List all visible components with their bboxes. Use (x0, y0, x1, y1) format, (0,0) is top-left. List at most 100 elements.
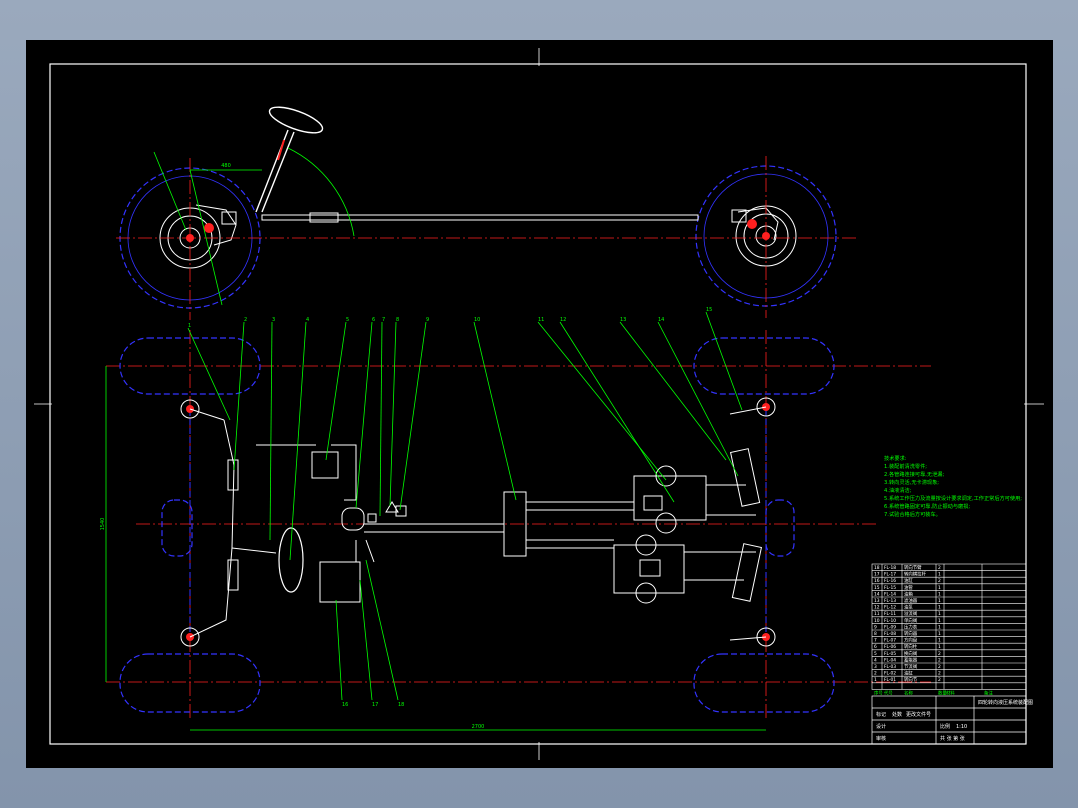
title-block-text: 四轮转向液压系统装配图 标记 处数 更改文件号 设计 审核 比例 1:10 共 … (876, 699, 1033, 742)
svg-text:更改文件号: 更改文件号 (906, 711, 931, 718)
bom-row-name: 溢流阀 (904, 610, 917, 617)
bom-row-no: 14 (874, 591, 880, 597)
bom-row-code: FL-01 (884, 677, 896, 683)
bom-row-qty: 1 (938, 585, 941, 591)
bom-row-no: 1 (874, 677, 877, 683)
bom-row-qty: 2 (938, 565, 941, 571)
bom-row-no: 8 (874, 631, 877, 637)
cad-viewport: 480 2700 1540 1 2 3 4 5 6 7 8 9 10 11 12… (0, 0, 1078, 808)
bom-row-name: 油管 (904, 584, 913, 591)
bom-row-qty: 2 (938, 664, 941, 670)
bom-row-code: FL-13 (884, 598, 896, 604)
svg-text:1:10: 1:10 (956, 724, 967, 730)
pump (341, 507, 365, 531)
bom-row-qty: 1 (938, 605, 941, 611)
svg-text:3: 3 (272, 317, 275, 323)
bom-row-code: FL-14 (884, 591, 896, 597)
plan-view: 2700 1540 1 2 3 4 5 6 7 8 9 10 11 12 13 … (100, 307, 931, 731)
dim-top: 480 (221, 163, 231, 169)
dimension-lines (105, 366, 766, 731)
dim-bottom: 2700 (472, 724, 485, 730)
oil-tank (311, 451, 339, 479)
bom-row-code: FL-08 (884, 631, 896, 637)
svg-text:技术要求:: 技术要求: (884, 454, 907, 462)
svg-text:13: 13 (620, 317, 626, 323)
svg-text:审核: 审核 (876, 735, 886, 742)
svg-text:2: 2 (244, 317, 247, 323)
bom-row-no: 7 (874, 638, 877, 644)
svg-text:16: 16 (342, 702, 348, 708)
bom-row-no: 17 (874, 572, 880, 578)
svg-text:1.装配前清洗零件;: 1.装配前清洗零件; (884, 462, 927, 470)
svg-text:1: 1 (188, 323, 191, 329)
svg-text:4: 4 (306, 317, 309, 323)
bom-row-name: 油缸 (904, 577, 913, 584)
bom-row-qty: 1 (938, 611, 941, 617)
svg-text:10: 10 (474, 317, 480, 323)
svg-text:18: 18 (398, 702, 404, 708)
svg-text:5.系统工作压力及流量按设计要求调定,工作正常后方可使用;: 5.系统工作压力及流量按设计要求调定,工作正常后方可使用; (884, 494, 1022, 502)
bom-row-code: FL-04 (884, 657, 896, 663)
bom-row-no: 10 (874, 618, 880, 624)
bom-row-name: 节流阀 (904, 663, 917, 670)
bom-row-no: 9 (874, 624, 877, 630)
drawing-svg: 480 2700 1540 1 2 3 4 5 6 7 8 9 10 11 12… (34, 48, 1044, 760)
svg-text:7: 7 (382, 317, 385, 323)
svg-text:设计: 设计 (876, 723, 886, 730)
steering-wheel-plan (278, 527, 304, 593)
bom-row-no: 2 (874, 671, 877, 677)
svg-text:处数: 处数 (892, 711, 902, 718)
bom-row-qty: 1 (938, 618, 941, 624)
svg-text:6: 6 (372, 317, 375, 323)
bom-row-name: 转向节 (904, 676, 918, 683)
bom-header-cell: 备注 (984, 689, 993, 696)
bom-row-no: 13 (874, 598, 880, 604)
svg-text:17: 17 (372, 702, 378, 708)
bom-row-qty: 2 (938, 651, 941, 657)
drawing-canvas[interactable]: 480 2700 1540 1 2 3 4 5 6 7 8 9 10 11 12… (26, 40, 1053, 768)
bom-row-name: 转向器 (904, 630, 918, 637)
svg-text:比例: 比例 (940, 723, 950, 730)
svg-text:14: 14 (658, 317, 664, 323)
bom-row-name: 转向柱 (904, 643, 918, 650)
svg-text:3.转向灵活,无卡滞现象;: 3.转向灵活,无卡滞现象; (884, 478, 939, 486)
bom-row-name: 滤油器 (904, 597, 918, 604)
bom-row-name: 转向节臂 (904, 564, 922, 571)
svg-text:11: 11 (538, 317, 544, 323)
bom-row-qty: 2 (938, 671, 941, 677)
svg-text:15: 15 (706, 307, 712, 313)
svg-text:9: 9 (426, 317, 429, 323)
bom-row-code: FL-15 (884, 585, 896, 591)
bom-row-code: FL-10 (884, 618, 896, 624)
bom-row-qty: 1 (938, 644, 941, 650)
svg-text:标记: 标记 (876, 711, 886, 718)
bom-row-code: FL-17 (884, 572, 896, 578)
svg-text:5: 5 (346, 317, 349, 323)
tires (119, 337, 835, 713)
bom-row-no: 12 (874, 605, 880, 611)
bom-row-code: FL-05 (884, 651, 896, 657)
bom-row-code: FL-07 (884, 638, 896, 644)
accumulator-block (319, 561, 361, 603)
bom-row-name: 转向横拉杆 (904, 571, 927, 578)
bom-row-no: 3 (874, 664, 877, 670)
svg-text:共 张 第 张: 共 张 第 张 (940, 735, 965, 742)
bom-row-qty: 1 (938, 598, 941, 604)
bom-table: 18 FL-18 转向节臂 217 FL-17 转向横拉杆 116 FL-16 油缸 215 FL-… (871, 563, 1027, 696)
svg-text:6.系统管路固定可靠,防止振动与磨损;: 6.系统管路固定可靠,防止振动与磨损; (884, 502, 970, 510)
bom-row-no: 6 (874, 644, 877, 650)
bom-row-code: FL-09 (884, 624, 896, 630)
bom-row-code: FL-12 (884, 605, 896, 611)
bom-row-code: FL-03 (884, 664, 896, 670)
svg-text:8: 8 (396, 317, 399, 323)
drawing-title: 四轮转向液压系统装配图 (978, 699, 1033, 706)
bom-row-qty: 1 (938, 624, 941, 630)
bom-row-no: 4 (874, 657, 877, 663)
svg-text:4.油液清洁;: 4.油液清洁; (884, 486, 912, 494)
bom-header-cell: 名称 (904, 689, 913, 696)
bom-row-qty: 1 (938, 631, 941, 637)
dim-side: 1540 (100, 518, 106, 531)
bom-header-cell: 材料 (946, 689, 955, 696)
bom-row-no: 18 (874, 565, 880, 571)
bom-header-cell: 序号 (874, 689, 883, 696)
